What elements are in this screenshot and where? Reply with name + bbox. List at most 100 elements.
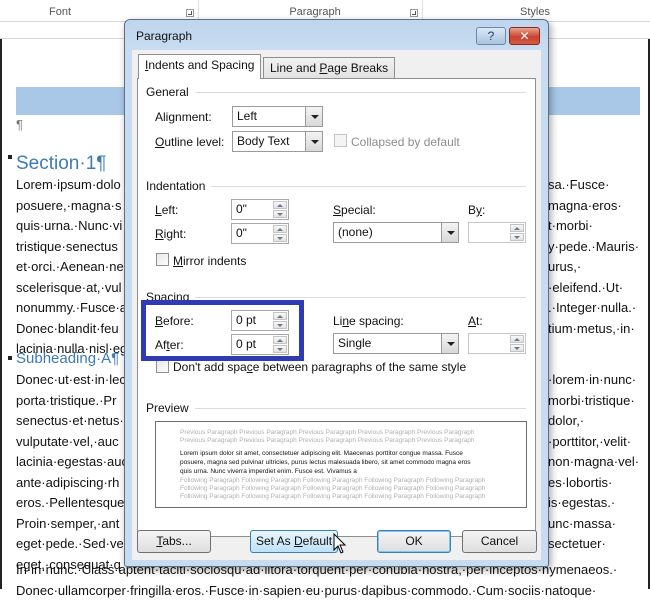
- preview-previous-line: Previous Paragraph Previous Paragraph Pr…: [180, 429, 474, 437]
- preview-section-title: Preview: [146, 401, 195, 415]
- label-text: e between paragraphs of the same style: [253, 360, 466, 374]
- alignment-label: Alignment:: [155, 110, 212, 124]
- text-line: tristique·senectus: [16, 237, 127, 258]
- dont-add-space-checkbox[interactable]: [156, 360, 169, 373]
- spin-down-icon[interactable]: [510, 344, 524, 352]
- text-line: morbi·tristique·: [548, 391, 639, 412]
- text-line: .·Integer·nulla.·: [548, 298, 639, 319]
- help-button[interactable]: ?: [476, 27, 506, 45]
- paragraph-dialog-launcher-icon[interactable]: [410, 9, 418, 17]
- chevron-down-icon[interactable]: [441, 223, 458, 242]
- text-line: tium·metus,·in·: [548, 319, 639, 340]
- label-mnemonic: R: [155, 227, 164, 241]
- preview-sample-line: Lorem ipsum dolor sit amet, consectetuer…: [180, 450, 463, 458]
- set-as-default-button[interactable]: Set As Default: [250, 530, 338, 553]
- special-value: (none): [338, 225, 373, 239]
- tabs-button[interactable]: Tabs...: [137, 530, 211, 553]
- chevron-down-icon[interactable]: [305, 132, 322, 151]
- text-line: ·lorem·in·nunc·: [548, 370, 639, 391]
- outline-level-label: Outline level:: [155, 135, 224, 149]
- close-button[interactable]: ✕: [509, 27, 540, 45]
- spin-down-icon[interactable]: [273, 234, 287, 242]
- label-text: Li: [333, 314, 342, 328]
- label-mnemonic: L: [155, 203, 162, 217]
- spinner: [273, 225, 287, 242]
- alignment-select[interactable]: Left: [232, 106, 323, 127]
- text-line: sectetuer·: [548, 534, 639, 555]
- subheading-paragraph-right[interactable]: ·lorem·in·nunc·morbi·tristique·dolor,··p…: [548, 370, 639, 555]
- chevron-down-icon[interactable]: [305, 107, 322, 126]
- cancel-button[interactable]: Cancel: [462, 530, 537, 553]
- tab-label: Line and: [270, 61, 319, 75]
- text-line: nonummy.·Fusce·a: [16, 298, 127, 319]
- indentation-section-title: Indentation: [146, 179, 211, 193]
- text-line: Lorem·ipsum·dolo: [16, 175, 127, 196]
- text-line: et·orci.·Aenean·ne: [16, 257, 127, 278]
- text-line: scelerisque·at,·vul: [16, 278, 127, 299]
- label-text: pecial:: [341, 203, 376, 217]
- preview-sample-line: posuere, magna sed pulvinar ultricies, p…: [180, 459, 470, 467]
- at-input[interactable]: [468, 333, 526, 354]
- dialog-title: Paragraph: [136, 29, 192, 43]
- section-paragraph-right[interactable]: sa.·Fusce·magna·eros·t·morbi·y·pede.·Mau…: [548, 175, 639, 339]
- section-divider: [190, 92, 526, 93]
- label-text: e spacing:: [349, 314, 404, 328]
- text-line: vulputate·vel,·auc: [16, 432, 128, 453]
- text-line: senectus·et·netus·: [16, 411, 128, 432]
- text-line: es·lobortis·: [548, 473, 639, 494]
- text-line: lacinia·egestas·auc: [16, 452, 128, 473]
- label-mnemonic: A: [468, 314, 476, 328]
- subheading-paragraph-left[interactable]: Donec·ut·est·in·lecporta·tristique.·Prse…: [16, 370, 128, 575]
- text-line: y·pede.·Mauris·: [548, 237, 639, 258]
- text-line: porta·tristique.·Pr: [16, 391, 128, 412]
- spin-up-icon[interactable]: [510, 335, 524, 343]
- line-spacing-value: Single: [338, 336, 371, 350]
- section-heading[interactable]: Section·1¶: [16, 153, 106, 175]
- indent-left-input[interactable]: 0": [231, 199, 289, 220]
- spinner: [510, 335, 524, 352]
- tab-label: ndents and Spacing: [148, 58, 254, 72]
- label-text: eft:: [162, 203, 179, 217]
- text-line: Donec·ut·est·in·lec: [16, 370, 128, 391]
- label-text: Don't add spa: [173, 360, 247, 374]
- ok-button[interactable]: OK: [377, 530, 451, 553]
- button-label: abs...: [162, 534, 191, 548]
- spinner: [273, 201, 287, 218]
- collapsed-by-default-checkbox[interactable]: [334, 134, 347, 147]
- mouse-pointer-icon: [333, 533, 347, 555]
- label-text: nment:: [175, 110, 212, 124]
- text-line: eget·pede.·Sed·ve: [16, 534, 128, 555]
- section-divider: [195, 297, 526, 298]
- font-dialog-launcher-icon[interactable]: [186, 9, 194, 17]
- text-line: sa.·Fusce·: [548, 175, 639, 196]
- close-icon: ✕: [519, 29, 529, 43]
- spin-down-icon[interactable]: [273, 210, 287, 218]
- tab-indents-and-spacing[interactable]: Indents and Spacing: [138, 54, 261, 79]
- spin-up-icon[interactable]: [273, 201, 287, 209]
- special-select[interactable]: (none): [333, 222, 459, 243]
- help-icon: ?: [488, 29, 495, 43]
- spin-up-icon[interactable]: [510, 224, 524, 232]
- spin-down-icon[interactable]: [510, 233, 524, 241]
- line-spacing-select[interactable]: Single: [333, 333, 459, 354]
- keep-with-next-marker: [8, 356, 12, 360]
- subheading[interactable]: Subheading·A¶: [16, 350, 119, 367]
- dont-add-space-label: Don't add space between paragraphs of th…: [173, 360, 466, 374]
- label-text: Ali: [155, 110, 168, 124]
- chevron-down-icon[interactable]: [441, 334, 458, 353]
- dialog-titlebar[interactable]: Paragraph ? ✕: [125, 20, 548, 50]
- mirror-indents-checkbox[interactable]: [156, 253, 169, 266]
- outline-level-select[interactable]: Body Text: [232, 131, 323, 152]
- empty-paragraph-mark: ¶: [16, 117, 23, 132]
- by-input[interactable]: [468, 222, 526, 243]
- tab-line-and-page-breaks[interactable]: Line and Page Breaks: [263, 57, 395, 79]
- spin-up-icon[interactable]: [273, 225, 287, 233]
- text-line: dolor,·: [548, 411, 639, 432]
- special-label: Special:: [333, 203, 376, 217]
- indent-left-label: Left:: [155, 203, 178, 217]
- button-label: Set As: [256, 534, 294, 548]
- indent-right-input[interactable]: 0": [231, 223, 289, 244]
- ribbon-group-font: Font: [0, 0, 120, 22]
- label-mnemonic: M: [173, 254, 183, 268]
- section-paragraph-left[interactable]: Lorem·ipsum·doloposuere,·magna·squis·urn…: [16, 175, 127, 360]
